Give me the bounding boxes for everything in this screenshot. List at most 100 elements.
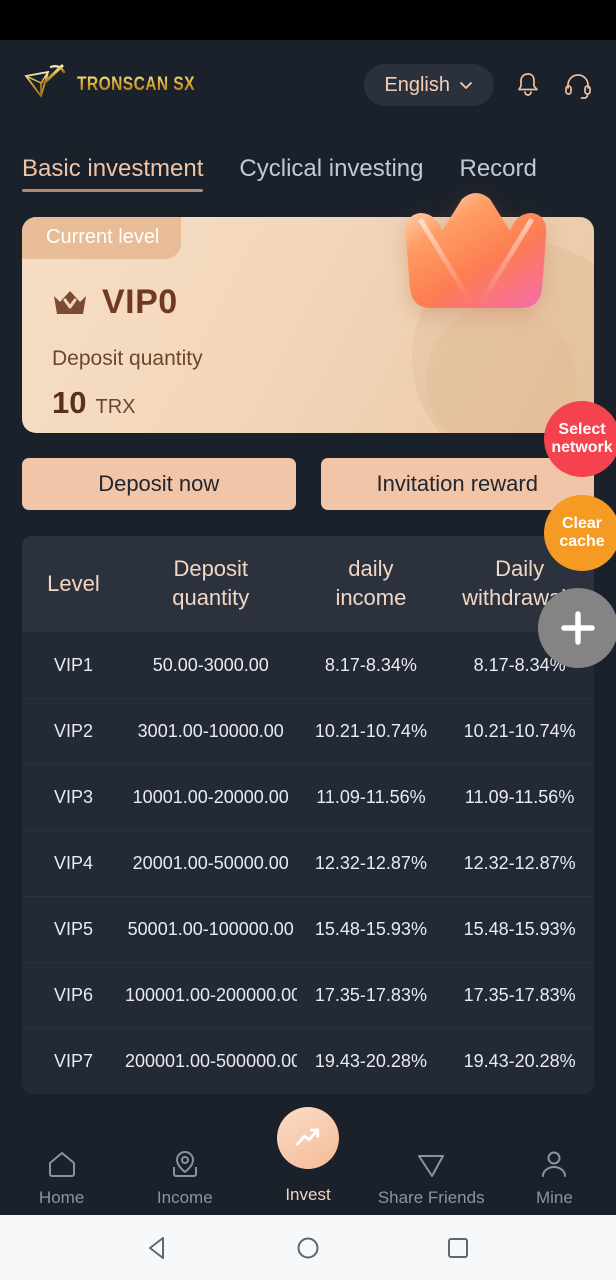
- table-row: VIP2 3001.00-10000.00 10.21-10.74% 10.21-10…: [22, 698, 594, 764]
- cell-deposit-quantity: 50.00-3000.00: [152, 654, 269, 675]
- tab-cyclical-investing[interactable]: Cyclical investing: [239, 155, 423, 192]
- nav-label-income: Income: [156, 1188, 213, 1207]
- invest-fab: [277, 1107, 339, 1169]
- column-header-deposit-quantity: Deposit quantity: [125, 555, 297, 612]
- cell-level: VIP5: [53, 919, 93, 939]
- table-row: VIP6 100001.00-200000.00 17.35-17.83% 17.35…: [22, 962, 594, 1028]
- cell-level: VIP7: [53, 1051, 93, 1071]
- nav-item-mine[interactable]: Mine: [493, 1147, 616, 1208]
- nav-item-home[interactable]: Home: [0, 1147, 123, 1208]
- cell-deposit-quantity: 10001.00-20000.00: [132, 787, 289, 807]
- status-bar: [0, 0, 616, 40]
- cell-daily-withdrawals: 12.32-12.87%: [463, 853, 576, 873]
- home-circle-icon[interactable]: [293, 1233, 323, 1263]
- nav-label-share-friends: Share Friends: [377, 1188, 485, 1207]
- table-row: VIP5 50001.00-100000.00 15.48-15.93% 15.48-…: [22, 896, 594, 962]
- nav-item-invest[interactable]: Invest: [246, 1107, 369, 1215]
- send-icon: [418, 1155, 445, 1177]
- language-selector[interactable]: English: [364, 64, 494, 106]
- brand-name: TRONSCAN SX: [77, 74, 195, 95]
- nav-label-invest: Invest: [285, 1185, 331, 1204]
- back-triangle-icon[interactable]: [143, 1233, 173, 1263]
- person-icon: [542, 1151, 567, 1177]
- table-row: VIP7 200001.00-500000.00 19.43-20.28% 19.43…: [22, 1028, 594, 1094]
- tab-record[interactable]: Record: [459, 155, 536, 192]
- home-icon: [48, 1152, 75, 1177]
- tron-pickaxe-logo-icon: [24, 64, 66, 98]
- fab-line-1: Clear: [561, 515, 603, 533]
- table-row: VIP4 20001.00-50000.00 12.32-12.87% 12.32-1…: [22, 830, 594, 896]
- cell-daily-income: 8.17-8.34%: [324, 654, 417, 675]
- cell-level: VIP2: [53, 721, 93, 741]
- crown-icon: [54, 290, 86, 314]
- nav-label-home: Home: [38, 1188, 85, 1207]
- header-actions: English: [364, 64, 594, 106]
- invitation-reward-button[interactable]: Invitation reward: [320, 458, 594, 510]
- nav-item-share-friends[interactable]: Share Friends: [370, 1147, 493, 1208]
- deposit-quantity-label: Deposit quantity: [52, 347, 203, 370]
- current-level-badge: Current level: [22, 217, 182, 259]
- tab-basic-investment[interactable]: Basic investment: [22, 155, 204, 192]
- cell-daily-withdrawals: 19.43-20.28%: [463, 1051, 576, 1071]
- app-header: TRONSCAN SX English: [0, 40, 616, 130]
- chevron-down-icon: [460, 82, 472, 89]
- vip-level-value: VIP0: [102, 283, 178, 321]
- page-body: TRONSCAN SX English Basic investment Cyc…: [0, 40, 616, 1140]
- bell-icon[interactable]: [512, 69, 544, 101]
- cell-daily-income: 11.09-11.56%: [316, 787, 426, 807]
- header-line-2: quantity: [172, 585, 250, 610]
- cell-daily-withdrawals: 11.09-11.56%: [464, 787, 575, 807]
- cell-level: VIP6: [53, 985, 93, 1005]
- vip-levels-table: Level Deposit quantity daily income Dail…: [22, 536, 594, 1094]
- cell-deposit-quantity: 3001.00-10000.00: [137, 721, 284, 741]
- deposit-now-button[interactable]: Deposit now: [22, 458, 296, 510]
- deposit-amount-unit: TRX: [95, 396, 136, 418]
- nav-label-mine: Mine: [535, 1188, 573, 1207]
- brand: TRONSCAN SX: [22, 63, 221, 107]
- system-navigation-bar: [0, 1215, 616, 1280]
- language-label: English: [384, 73, 450, 96]
- income-icon: [172, 1151, 197, 1177]
- cell-daily-withdrawals: 10.21-10.74%: [463, 721, 576, 741]
- column-header-daily-income: daily income: [297, 555, 446, 612]
- cell-level: VIP1: [53, 654, 93, 675]
- header-line-1: Daily: [495, 556, 545, 582]
- cell-daily-income: 10.21-10.74%: [314, 721, 427, 741]
- deposit-amount-value: 10: [52, 385, 87, 420]
- table-body: VIP1 50.00-3000.00 8.17-8.34% 8.17-8.34% VIP…: [22, 632, 594, 1094]
- fab-line-2: network: [551, 439, 613, 456]
- cell-daily-income: 17.35-17.83%: [314, 985, 427, 1005]
- fab-line-1: Select: [558, 421, 606, 439]
- table-row: VIP1 50.00-3000.00 8.17-8.34% 8.17-8.34%: [22, 632, 594, 698]
- app-root: TRONSCAN SX English Basic investment Cyc…: [0, 0, 616, 1280]
- fab-line-2: cache: [559, 533, 605, 550]
- cell-deposit-quantity: 100001.00-200000.00: [124, 985, 297, 1005]
- deposit-amount-row: 10 TRX: [52, 385, 135, 421]
- cell-daily-income: 19.43-20.28%: [314, 1051, 427, 1071]
- vip-card-wrap: Current level VIP0 Deposit quantity 10 T…: [22, 193, 594, 433]
- plus-icon: [561, 611, 595, 645]
- cell-deposit-quantity: 20001.00-50000.00: [132, 853, 289, 873]
- cell-deposit-quantity: 200001.00-500000.00: [124, 1051, 297, 1071]
- tab-bar: Basic investment Cyclical investing Reco…: [0, 130, 616, 192]
- recents-square-icon[interactable]: [443, 1233, 473, 1263]
- cell-daily-withdrawals: 17.35-17.83%: [463, 985, 576, 1005]
- nav-item-income[interactable]: Income: [123, 1147, 246, 1208]
- headset-icon[interactable]: [562, 69, 594, 101]
- table-header-row: Level Deposit quantity daily income Dail…: [22, 536, 594, 632]
- cell-daily-withdrawals: 15.48-15.93%: [463, 919, 576, 939]
- vip-level-row: VIP0: [52, 283, 178, 322]
- cell-daily-income: 15.48-15.93%: [314, 919, 427, 939]
- bottom-navigation: Home Income Invest Share Friends Mine: [0, 1107, 616, 1215]
- header-line-1: Deposit: [173, 556, 249, 582]
- add-fab[interactable]: [538, 588, 616, 668]
- header-line-1: daily: [348, 556, 394, 582]
- header-line-2: income: [335, 585, 407, 610]
- cell-level: VIP3: [53, 787, 93, 807]
- select-network-fab[interactable]: Select network: [544, 401, 616, 477]
- cell-daily-income: 12.32-12.87%: [314, 853, 427, 873]
- trending-up-icon: [296, 1128, 320, 1146]
- table-row: VIP3 10001.00-20000.00 11.09-11.56% 11.09-1…: [22, 764, 594, 830]
- clear-cache-fab[interactable]: Clear cache: [544, 495, 616, 571]
- column-header-level: Level: [47, 570, 100, 596]
